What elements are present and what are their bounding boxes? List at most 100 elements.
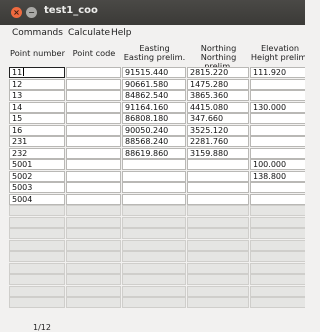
cell-elevation[interactable] (250, 251, 305, 262)
cell-point-number[interactable]: 5003 (9, 182, 65, 193)
cell-point-number[interactable] (9, 239, 65, 251)
cell-northing[interactable]: 4415.080 (187, 101, 249, 113)
cell-northing[interactable]: 2815.220 (187, 67, 249, 78)
cell-point-code[interactable] (66, 67, 121, 78)
cell-easting[interactable] (122, 251, 186, 262)
cell-point-code[interactable] (66, 90, 121, 101)
cell-point-number[interactable] (9, 285, 65, 297)
cell-point-code[interactable] (66, 159, 121, 170)
cell-point-number[interactable]: 5002 (9, 170, 65, 182)
cell-point-number[interactable]: 13 (9, 90, 65, 101)
cell-northing[interactable] (187, 205, 249, 216)
cell-easting[interactable] (122, 239, 186, 251)
cell-northing[interactable]: 1475.280 (187, 78, 249, 90)
cell-point-number[interactable]: 16 (9, 124, 65, 136)
cell-easting[interactable]: 86808.180 (122, 113, 186, 124)
cell-point-code[interactable] (66, 124, 121, 136)
cell-easting[interactable]: 91164.160 (122, 101, 186, 113)
cell-northing[interactable] (187, 170, 249, 182)
cell-point-number[interactable] (9, 228, 65, 239)
cell-elevation[interactable] (250, 113, 305, 124)
cell-point-code[interactable] (66, 113, 121, 124)
cell-easting[interactable] (122, 262, 186, 274)
cell-elevation[interactable] (250, 285, 305, 297)
cell-point-number[interactable] (9, 216, 65, 228)
cell-point-number[interactable]: 15 (9, 113, 65, 124)
cell-elevation[interactable] (250, 297, 305, 308)
cell-northing[interactable] (187, 239, 249, 251)
cell-northing[interactable]: 347.660 (187, 113, 249, 124)
cell-point-code[interactable] (66, 285, 121, 297)
cell-point-code[interactable] (66, 239, 121, 251)
cell-elevation[interactable]: 100.000 (250, 159, 305, 170)
cell-easting[interactable]: 88619.860 (122, 147, 186, 159)
minimize-icon[interactable]: − (26, 7, 37, 18)
cell-elevation[interactable] (250, 262, 305, 274)
cell-northing[interactable]: 3525.120 (187, 124, 249, 136)
cell-point-number[interactable]: 5004 (9, 193, 65, 205)
menu-commands[interactable]: Commands (12, 28, 63, 38)
cell-northing[interactable] (187, 159, 249, 170)
cell-elevation[interactable] (250, 239, 305, 251)
cell-elevation[interactable] (250, 205, 305, 216)
menu-help[interactable]: Help (111, 28, 132, 38)
cell-point-code[interactable] (66, 228, 121, 239)
cell-northing[interactable]: 3865.360 (187, 90, 249, 101)
cell-northing[interactable] (187, 262, 249, 274)
cell-easting[interactable] (122, 274, 186, 285)
cell-northing[interactable] (187, 228, 249, 239)
cell-point-number[interactable] (9, 251, 65, 262)
cell-point-number[interactable] (9, 205, 65, 216)
cell-point-code[interactable] (66, 216, 121, 228)
cell-northing[interactable] (187, 216, 249, 228)
cell-elevation[interactable]: 138.800 (250, 170, 305, 182)
cell-point-code[interactable] (66, 251, 121, 262)
cell-point-number[interactable]: 5001 (9, 159, 65, 170)
cell-elevation[interactable] (250, 228, 305, 239)
cell-elevation[interactable] (250, 90, 305, 101)
cell-point-number[interactable]: 11 (9, 67, 65, 78)
cell-easting[interactable]: 90050.240 (122, 124, 186, 136)
cell-point-number[interactable] (9, 262, 65, 274)
cell-point-number[interactable] (9, 274, 65, 285)
cell-point-number[interactable]: 14 (9, 101, 65, 113)
cell-easting[interactable] (122, 159, 186, 170)
cell-point-number[interactable]: 232 (9, 147, 65, 159)
cell-northing[interactable] (187, 182, 249, 193)
cell-easting[interactable] (122, 297, 186, 308)
cell-elevation[interactable] (250, 124, 305, 136)
cell-point-code[interactable] (66, 262, 121, 274)
cell-point-code[interactable] (66, 101, 121, 113)
menu-calculate[interactable]: Calculate (68, 28, 110, 38)
cell-easting[interactable]: 91515.440 (122, 67, 186, 78)
cell-northing[interactable] (187, 274, 249, 285)
cell-easting[interactable] (122, 170, 186, 182)
cell-easting[interactable] (122, 205, 186, 216)
cell-point-code[interactable] (66, 193, 121, 205)
cell-point-code[interactable] (66, 136, 121, 147)
close-icon[interactable]: × (11, 7, 22, 18)
cell-northing[interactable]: 3159.880 (187, 147, 249, 159)
cell-point-number[interactable]: 231 (9, 136, 65, 147)
cell-elevation[interactable]: 111.920 (250, 67, 305, 78)
cell-point-number[interactable] (9, 297, 65, 308)
cell-northing[interactable] (187, 251, 249, 262)
cell-easting[interactable] (122, 216, 186, 228)
cell-elevation[interactable] (250, 274, 305, 285)
cell-northing[interactable] (187, 297, 249, 308)
cell-easting[interactable] (122, 228, 186, 239)
cell-elevation[interactable] (250, 182, 305, 193)
cell-point-code[interactable] (66, 297, 121, 308)
cell-point-code[interactable] (66, 147, 121, 159)
cell-easting[interactable]: 84862.540 (122, 90, 186, 101)
cell-easting[interactable] (122, 193, 186, 205)
cell-point-number[interactable]: 12 (9, 78, 65, 90)
cell-point-code[interactable] (66, 78, 121, 90)
cell-elevation[interactable] (250, 216, 305, 228)
cell-easting[interactable] (122, 285, 186, 297)
cell-northing[interactable] (187, 193, 249, 205)
cell-elevation[interactable] (250, 147, 305, 159)
cell-point-code[interactable] (66, 170, 121, 182)
cell-northing[interactable] (187, 285, 249, 297)
cell-northing[interactable]: 2281.760 (187, 136, 249, 147)
